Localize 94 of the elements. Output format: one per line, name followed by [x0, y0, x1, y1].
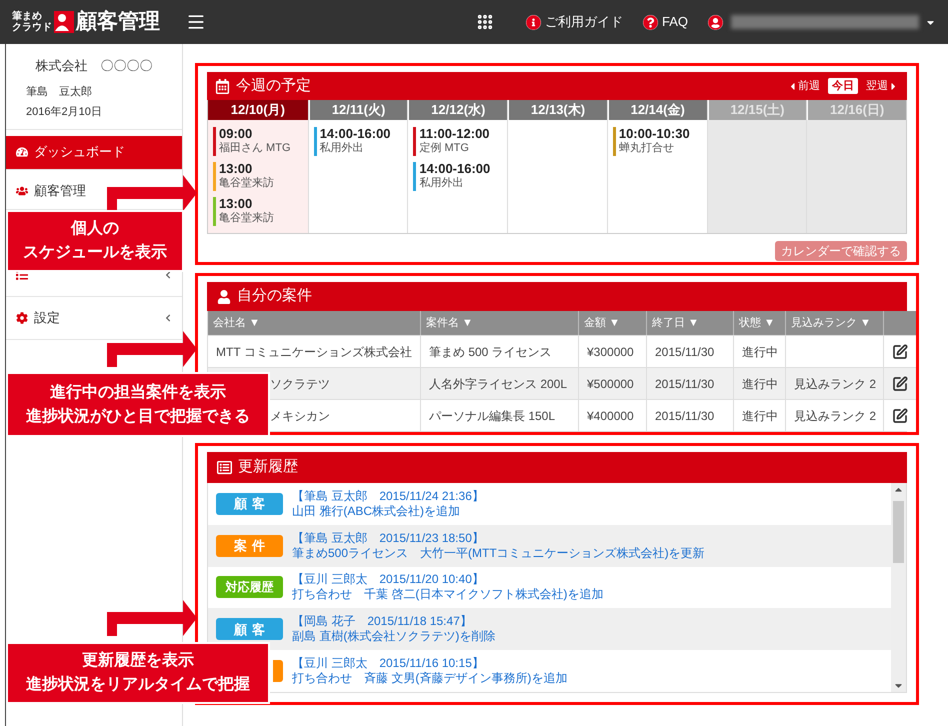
table-cell: 2015/11/30: [646, 399, 733, 431]
apps-grid-icon[interactable]: [476, 13, 494, 31]
callout-text: 個人の スケジュールを表示: [23, 219, 167, 263]
table-cell: ¥300000: [578, 335, 646, 367]
day-header: 12/14(金): [608, 100, 707, 120]
scrollbar[interactable]: [891, 483, 906, 692]
panel-title: 自分の案件: [237, 286, 312, 306]
event-title: 福田さん MTG: [219, 141, 290, 155]
gauge-icon: [16, 146, 28, 158]
edit-icon[interactable]: [892, 344, 908, 360]
company-name: 株式会社 〇〇〇〇: [34, 57, 154, 75]
day-header: 12/10(月): [208, 100, 308, 120]
day-header: 12/12(水): [408, 100, 508, 120]
table-cell: ¥500000: [578, 367, 646, 399]
edit-icon[interactable]: [892, 408, 908, 424]
category-tag: 顧客: [216, 618, 283, 640]
current-date: 2016年2月10日: [25, 105, 103, 120]
history-text: 筆まめ500ライセンス 大竹一平(MTTコミュニケーションズ株式会社)を更新: [292, 546, 705, 561]
panel-title: 更新履歴: [238, 457, 298, 478]
sidebar-item[interactable]: 顧客管理: [6, 174, 106, 208]
event-title: 定例 MTG: [419, 141, 470, 155]
history-heading: 【豆川 三郎太 2015/11/16 10:15】: [292, 656, 485, 672]
calendar-icon: [215, 78, 230, 94]
column-header[interactable]: 会社名 ▼: [208, 311, 420, 335]
history-text: 山田 雅行(ABC株式会社)を追加: [292, 504, 461, 519]
table-cell: 進行中: [733, 399, 785, 431]
table-cell: 見込みランク 2: [785, 399, 883, 431]
sidebar-item[interactable]: ダッシュボード: [6, 136, 182, 168]
header-link[interactable]: FAQ: [642, 12, 688, 32]
category-tag: 対応履歴: [216, 576, 283, 598]
event-title: 私用外出: [320, 141, 365, 155]
table-cell: 2015/11/30: [646, 335, 733, 367]
column-header[interactable]: 案件名 ▼: [420, 311, 578, 335]
event-time: 13:00: [219, 197, 254, 211]
column-header[interactable]: 終了日 ▼: [646, 311, 733, 335]
event-time: 11:00-12:00: [419, 127, 490, 141]
logo-text: クラウド: [12, 22, 52, 33]
settings-icon: [16, 312, 28, 324]
table-cell: 人名外字ライセンス 200L: [420, 367, 578, 399]
app-title: 顧客管理: [76, 8, 160, 36]
history-text: 打ち合わせ 斉藤 文男(斉藤デザイン事務所)を追加: [292, 671, 568, 686]
event-title: 亀谷堂来訪: [219, 176, 274, 190]
event-time: 09:00: [219, 127, 254, 141]
panel-title: 今週の予定: [236, 76, 311, 96]
list-icon: [217, 460, 232, 475]
table-cell: 筆まめ 500 ライセンス: [420, 335, 578, 367]
people-icon: [16, 185, 28, 197]
table-cell: 進行中: [733, 335, 785, 367]
table-cell: 進行中: [733, 367, 785, 399]
day-header: 12/15(土): [708, 100, 806, 120]
sidebar-item-label: ダッシュボード: [34, 143, 125, 162]
day-header: 12/13(木): [508, 100, 607, 120]
header-link[interactable]: ご利用ガイド: [526, 12, 623, 32]
table-cell: ¥400000: [578, 399, 646, 431]
history-heading: 【豆川 三郎太 2015/11/20 10:40】: [292, 572, 485, 588]
day-header: 12/16(日): [807, 100, 906, 120]
callout-text: 更新履歴を表示 進捗状況をリアルタイムで把握: [26, 650, 250, 695]
column-header[interactable]: 状態 ▼: [733, 311, 785, 335]
sidebar-item-label: 顧客管理: [34, 182, 86, 200]
category-tag: 案件: [216, 534, 283, 557]
today-button[interactable]: 今日: [828, 78, 858, 94]
logo-icon: [54, 11, 74, 33]
history-text: 打ち合わせ 千葉 啓二(日本マイクソフト株式会社)を追加: [292, 587, 604, 602]
info-icon: [526, 14, 541, 30]
logo-text: 筆まめ: [12, 11, 43, 22]
column-header[interactable]: 金額 ▼: [578, 311, 646, 335]
column-header[interactable]: 見込みランク ▼: [785, 311, 883, 335]
day-header: 12/11(火): [308, 100, 408, 120]
column-header: [883, 311, 916, 335]
sidebar-item[interactable]: 設定: [6, 296, 182, 338]
user-icon[interactable]: [708, 14, 723, 30]
scroll-thumb[interactable]: [893, 501, 904, 563]
event-time: 14:00-16:00: [320, 127, 391, 141]
event-title: 亀谷堂来訪: [219, 211, 274, 225]
history-heading: 【岡島 花子 2015/11/18 15:47】: [292, 614, 473, 630]
category-tag: 顧客: [216, 492, 283, 515]
history-heading: 【筆島 豆太郎 2015/11/23 18:50】: [292, 530, 485, 546]
table-cell: パーソナル編集長 150L: [420, 399, 578, 431]
user-name: 筆島 豆太郎: [25, 84, 93, 100]
event-time: 14:00-16:00: [419, 162, 490, 176]
person-icon: [217, 290, 231, 304]
table-cell: 見込みランク 2: [785, 367, 883, 399]
prev-week-link[interactable]: 前週: [787, 78, 820, 94]
event-time: 10:00-10:30: [618, 127, 690, 141]
table-cell: 2015/11/30: [646, 367, 733, 399]
help-icon: [642, 14, 658, 30]
history-heading: 【筆島 豆太郎 2015/11/24 21:36】: [292, 488, 484, 504]
sidebar-item-label: 設定: [34, 308, 60, 327]
event-title: 蝉丸打合せ: [618, 141, 675, 155]
history-text: 副島 直樹(株式会社ソクラテツ)を削除: [292, 629, 496, 644]
event-title: 私用外出: [419, 176, 464, 190]
next-week-link[interactable]: 翌週: [866, 78, 899, 94]
edit-icon[interactable]: [892, 376, 908, 392]
event-time: 13:00: [219, 162, 254, 176]
